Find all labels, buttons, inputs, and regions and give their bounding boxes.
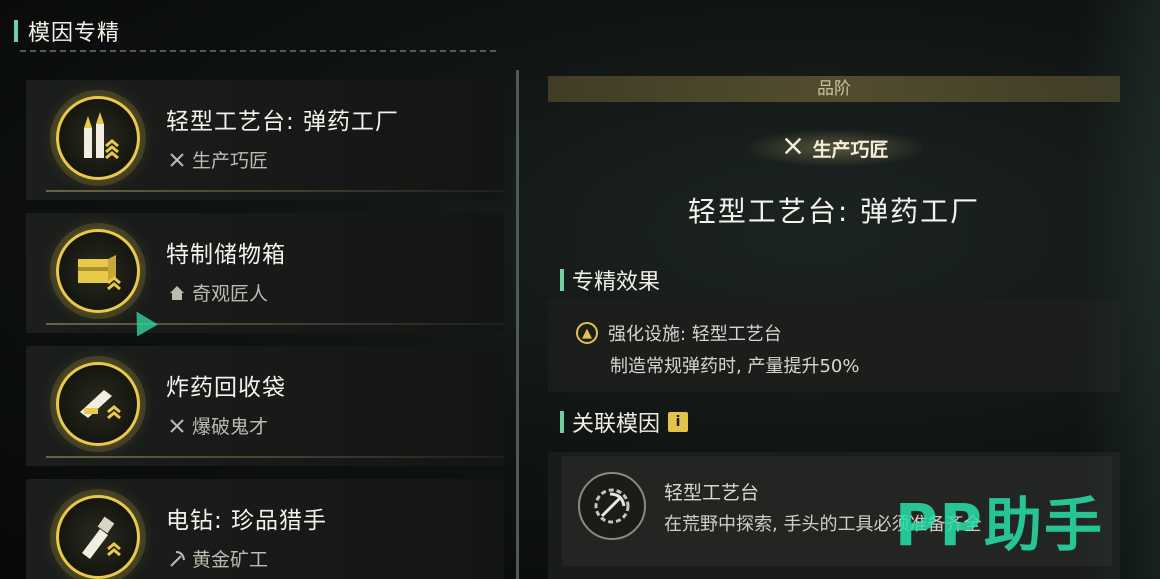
list-item-drill[interactable]: 电钻: 珍品猎手 黄金矿工 [26, 479, 504, 579]
tools-icon [782, 135, 804, 162]
drill-icon [56, 495, 140, 579]
tools-icon [168, 151, 186, 169]
item-name: 电钻: 珍品猎手 [166, 508, 328, 534]
pickaxe-icon [168, 550, 186, 568]
upgrade-arrow-icon: ▲ [576, 322, 598, 344]
header-accent-bar [14, 20, 18, 42]
effect-line-2: 制造常规弹药时, 产量提升50% [610, 356, 860, 377]
genes-section-title: 关联模因 [572, 412, 661, 437]
panel-divider [516, 70, 519, 579]
list-item-storage-box[interactable]: 特制储物箱 奇观匠人 [26, 213, 504, 333]
header-divider [20, 50, 498, 52]
effect-section-header: 专精效果 [560, 264, 660, 296]
item-tag-label: 爆破鬼才 [192, 416, 269, 438]
item-tag: 生产巧匠 [168, 146, 268, 173]
ammo-icon [56, 96, 140, 180]
tools-icon [168, 417, 186, 435]
grade-badge: 生产巧匠 [748, 130, 923, 166]
effect-section-title: 专精效果 [572, 270, 661, 295]
page-header: 模因专精 [14, 14, 120, 48]
list-item-explosive-bag[interactable]: 炸药回收袋 爆破鬼才 [26, 346, 504, 466]
crate-icon [56, 229, 140, 313]
item-name: 轻型工艺台: 弹药工厂 [166, 109, 400, 135]
section-accent-bar [560, 269, 564, 291]
item-tag-label: 黄金矿工 [192, 549, 269, 571]
mastery-list: 轻型工艺台: 弹药工厂 生产巧匠 特制储物箱 奇观匠人 炸药回收袋 爆破鬼才 电… [26, 80, 504, 579]
effect-line-1: ▲ 强化设施: 轻型工艺台 [576, 320, 782, 346]
item-name: 炸药回收袋 [166, 375, 286, 401]
item-tag: 黄金矿工 [168, 545, 268, 572]
page-title: 模因专精 [28, 21, 121, 46]
grade-label: 品阶 [548, 76, 1120, 102]
grade-badge-label: 生产巧匠 [812, 138, 889, 161]
detail-title: 轻型工艺台: 弹药工厂 [687, 195, 981, 228]
item-tag: 爆破鬼才 [168, 412, 268, 439]
item-tag: 奇观匠人 [168, 279, 268, 306]
effect-facility-text: 强化设施: 轻型工艺台 [608, 324, 782, 345]
info-icon[interactable]: i [668, 412, 689, 432]
item-tag-label: 生产巧匠 [192, 150, 269, 172]
watermark: PP助手 [895, 491, 1105, 559]
bag-icon [56, 362, 140, 446]
gene-name: 轻型工艺台 [664, 482, 760, 504]
list-item-ammo-factory[interactable]: 轻型工艺台: 弹药工厂 生产巧匠 [26, 80, 504, 200]
item-name: 特制储物箱 [166, 242, 286, 268]
house-icon [168, 284, 186, 302]
section-accent-bar [560, 411, 564, 433]
pickaxe-gear-icon [578, 472, 646, 540]
item-tag-label: 奇观匠人 [192, 283, 269, 305]
effect-box: ▲ 强化设施: 轻型工艺台 制造常规弹药时, 产量提升50% [548, 300, 1120, 392]
genes-section-header: 关联模因 i [560, 406, 689, 438]
